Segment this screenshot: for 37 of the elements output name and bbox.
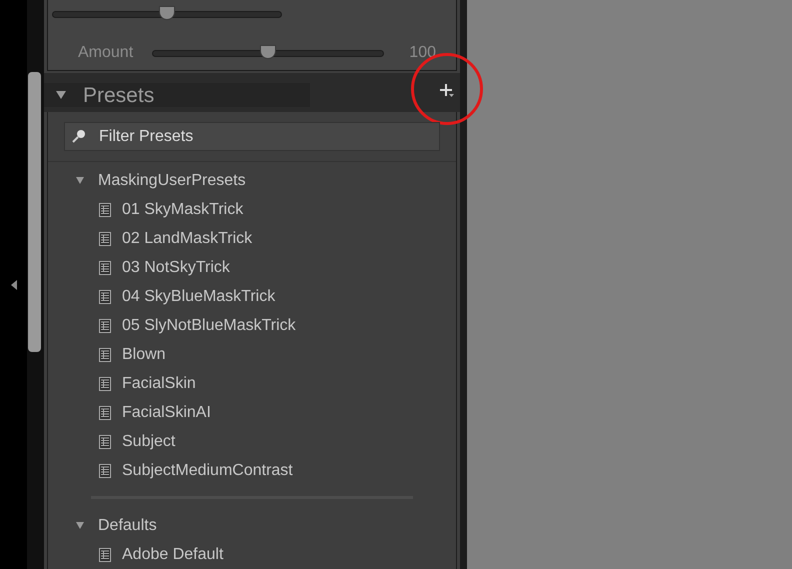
disclosure-triangle-icon[interactable]	[56, 91, 66, 100]
disclosure-triangle-icon[interactable]	[76, 177, 84, 184]
preset-icon	[99, 232, 111, 246]
preset-item[interactable]: 03 NotSkyTrick	[122, 256, 230, 280]
preset-icon	[99, 348, 111, 362]
preset-item[interactable]: Blown	[122, 342, 166, 366]
preset-item[interactable]: Adobe Default	[122, 542, 224, 566]
add-preset-icon[interactable]	[440, 84, 454, 98]
preset-item[interactable]: 02 LandMaskTrick	[122, 226, 252, 250]
slider-thumb[interactable]	[260, 44, 276, 58]
preset-icon	[99, 406, 111, 420]
preset-icon	[99, 260, 111, 274]
preset-group[interactable]: MaskingUserPresets	[98, 168, 246, 192]
preset-item[interactable]: FacialSkin	[122, 372, 196, 396]
preset-icon	[99, 290, 111, 304]
preset-icon	[99, 202, 111, 216]
preset-icon	[99, 318, 111, 332]
preset-icon	[99, 464, 111, 478]
scrollbar-thumb[interactable]	[28, 72, 41, 352]
preset-item[interactable]: Subject	[122, 430, 176, 454]
preset-icon	[99, 434, 111, 448]
preset-item[interactable]: 01 SkyMaskTrick	[122, 198, 244, 222]
disclosure-triangle-icon[interactable]	[76, 522, 84, 529]
preset-item[interactable]: 05 SlyNotBlueMaskTrick	[122, 314, 296, 338]
preset-item[interactable]: 04 SkyBlueMaskTrick	[122, 284, 276, 308]
slider-thumb[interactable]	[159, 6, 175, 20]
preset-icon	[99, 376, 111, 390]
amount-label: Amount	[78, 43, 134, 63]
panel-title[interactable]: Presets	[83, 80, 154, 112]
preset-group[interactable]: Defaults	[98, 514, 157, 538]
preset-item[interactable]: SubjectMediumContrast	[122, 458, 293, 482]
amount-value: 100	[409, 43, 436, 63]
preset-icon	[99, 548, 111, 562]
search-icon	[72, 129, 86, 143]
preset-item[interactable]: FacialSkinAI	[122, 400, 211, 424]
collapse-arrow-icon[interactable]	[10, 280, 16, 290]
filter-field[interactable]: Filter Presets	[64, 122, 440, 151]
